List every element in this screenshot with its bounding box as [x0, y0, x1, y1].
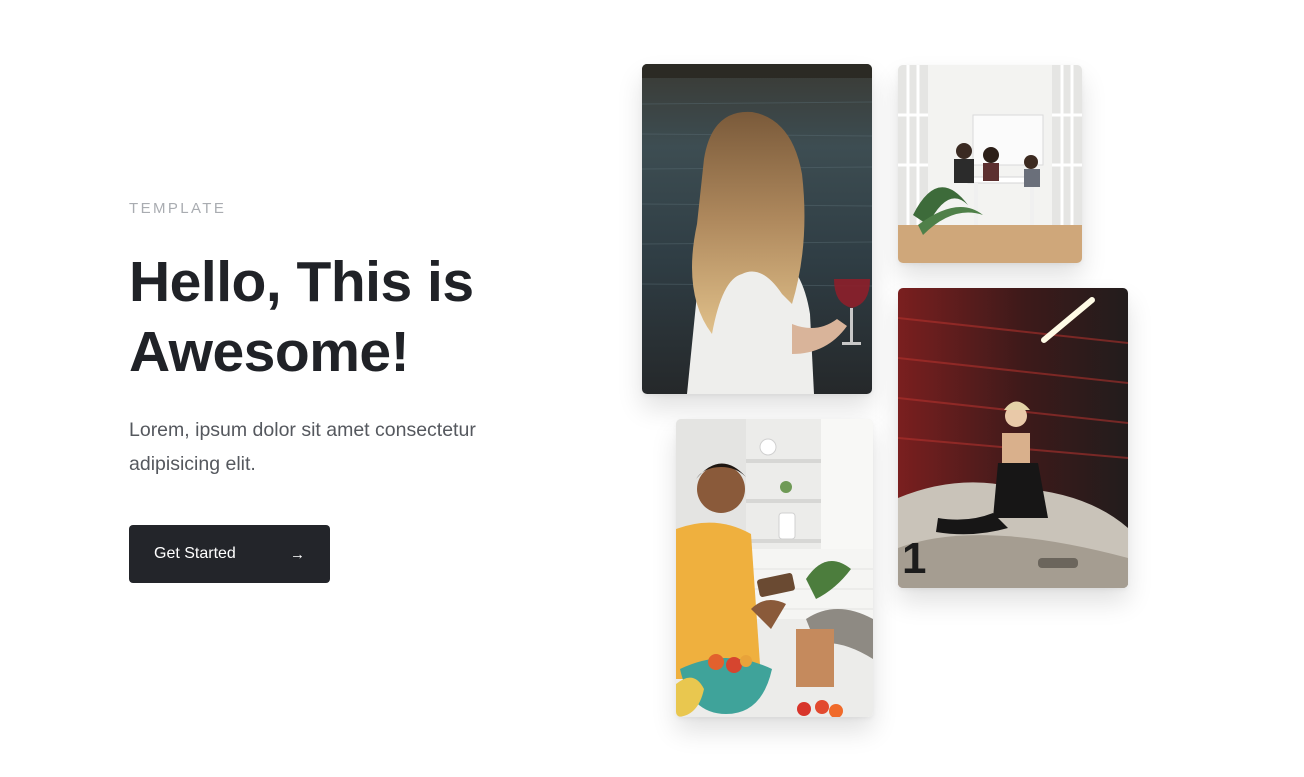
get-started-button[interactable]: Get Started →: [129, 525, 330, 583]
get-started-label: Get Started: [154, 545, 236, 562]
hero-text-block: TEMPLATE Hello, This is Awesome! Lorem, …: [129, 200, 549, 481]
family-dining-photo: [898, 65, 1082, 263]
woman-on-car-photo: 1: [898, 288, 1128, 588]
hero-title-line-1: Hello, This is: [129, 250, 474, 314]
hero-description: Lorem, ipsum dolor sit amet consectetur …: [129, 419, 476, 475]
arrow-right-icon: →: [290, 545, 305, 563]
hero-title: Hello, This is Awesome!: [129, 247, 549, 387]
man-in-kitchen-photo: [676, 419, 873, 717]
landing-page: TEMPLATE Hello, This is Awesome! Lorem, …: [0, 0, 1304, 777]
woman-with-wine-photo: [642, 64, 872, 394]
eyebrow-label: TEMPLATE: [129, 200, 227, 217]
svg-text:1: 1: [902, 534, 926, 583]
hero-title-line-2: Awesome!: [129, 320, 410, 384]
